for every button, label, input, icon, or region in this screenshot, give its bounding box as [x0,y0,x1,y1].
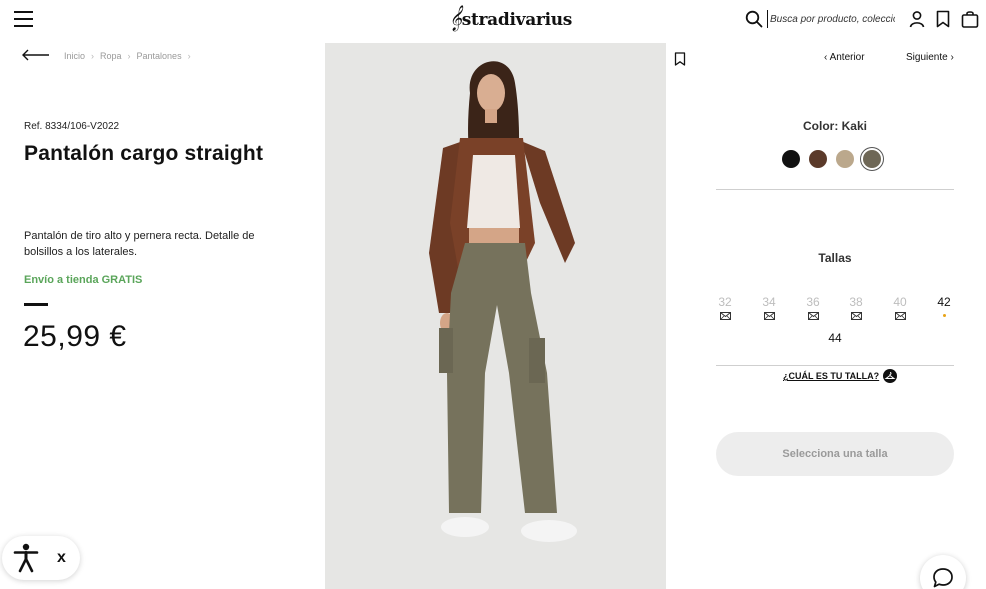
logo-mark: 𝄞 [449,6,462,31]
low-stock-dot [942,314,946,317]
size-number: 40 [893,295,907,309]
size-number: 44 [828,331,842,345]
search-bar[interactable] [745,9,895,31]
back-arrow-icon[interactable] [22,49,50,61]
sizes-label: Tallas [818,251,852,265]
model-illustration [325,43,666,589]
accessibility-widget: x [2,536,80,580]
wishlist-bookmark-icon[interactable] [674,52,686,66]
product-image[interactable] [325,43,666,589]
size-number: 34 [762,295,776,309]
size-number: 42 [937,295,951,309]
previous-label: Anterior [829,52,865,63]
close-accessibility-button[interactable]: x [57,549,66,567]
color-label: Color: Kaki [802,119,867,133]
size-guide-link[interactable]: ¿CUÁL ES TU TALLA? [783,369,898,383]
breadcrumb-item-pantalones[interactable]: Pantalones [137,51,182,61]
breadcrumb-separator: › [127,51,131,61]
header: 𝄞stradivarius [0,0,986,40]
breadcrumb-separator: › [91,51,95,61]
breadcrumb: Inicio › Ropa › Pantalones › [64,51,193,61]
color-swatches [782,150,881,168]
size-option-34[interactable]: 34 [754,295,784,320]
product-ref: Ref. 8334/106-V2022 [24,121,120,132]
mail-icon [763,312,775,320]
accessibility-icon[interactable] [13,543,39,573]
swatch-black[interactable] [782,150,800,168]
user-icon[interactable] [908,10,926,28]
swatch-beige[interactable] [836,150,854,168]
hanger-icon [883,369,898,383]
size-option-40[interactable]: 40 [885,295,915,320]
breadcrumb-item-inicio[interactable]: Inicio [64,51,85,61]
select-size-button[interactable]: Selecciona una talla [716,432,954,476]
divider [716,189,954,190]
logo-text: stradivarius [461,10,573,30]
shopping-bag-icon[interactable] [961,10,979,28]
mail-icon [894,312,906,320]
breadcrumb-separator: › [187,51,191,61]
size-option-32[interactable]: 32 [710,295,740,320]
size-number: 32 [718,295,732,309]
chevron-right-icon: › [947,52,954,63]
mail-icon [719,312,731,320]
search-input[interactable] [767,10,895,28]
size-option-38[interactable]: 38 [841,295,871,320]
divider [716,365,954,366]
swatch-kaki[interactable] [863,150,881,168]
breadcrumb-item-ropa[interactable]: Ropa [100,51,122,61]
product-price: 25,99 € [23,320,127,353]
previous-product-link[interactable]: ‹ Anterior [824,52,865,63]
size-option-36[interactable]: 36 [798,295,828,320]
shipping-info: Envío a tienda GRATIS [24,274,143,286]
size-number: 38 [849,295,863,309]
bookmark-icon[interactable] [934,10,952,28]
mail-icon [850,312,862,320]
search-icon[interactable] [745,10,763,28]
menu-icon[interactable] [14,11,33,28]
next-label: Siguiente [906,52,948,63]
swatch-brown[interactable] [809,150,827,168]
size-number: 36 [806,295,820,309]
size-option-42[interactable]: 42 [929,295,959,317]
mail-icon [807,312,819,320]
product-title: Pantalón cargo straight [24,142,264,165]
product-description: Pantalón de tiro alto y pernera recta. D… [24,230,255,258]
chat-bubble-icon [933,568,953,588]
size-guide-label: ¿CUÁL ES TU TALLA? [783,371,880,381]
price-divider [24,303,48,306]
next-product-link[interactable]: Siguiente › [906,52,954,63]
logo[interactable]: 𝄞stradivarius [449,6,572,31]
chat-button[interactable] [920,555,966,589]
size-option-44[interactable]: 44 [820,331,850,345]
